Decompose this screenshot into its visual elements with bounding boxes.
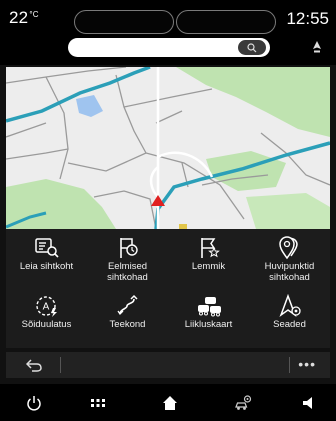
menu-label: Seaded bbox=[273, 319, 306, 330]
poi-icon bbox=[278, 236, 298, 260]
menu-label: Lemmik bbox=[191, 261, 226, 272]
status-widget-left[interactable] bbox=[74, 10, 174, 34]
navigation-subbar: ••• bbox=[6, 352, 330, 378]
power-icon[interactable] bbox=[25, 394, 43, 412]
menu-settings[interactable]: Seaded bbox=[249, 287, 330, 345]
divider bbox=[60, 357, 61, 373]
temperature-value: 22 bbox=[9, 8, 29, 27]
find-destination-icon bbox=[34, 238, 59, 258]
menu-label: Liikluskaart bbox=[184, 319, 233, 330]
gps-signal-icon bbox=[313, 41, 321, 53]
driving-range-icon: A bbox=[35, 296, 57, 317]
search-icon bbox=[247, 42, 257, 52]
menu-label: Huvipunktid sihtkohad bbox=[264, 261, 315, 283]
temperature-unit: °C bbox=[29, 10, 39, 19]
status-widget-right[interactable] bbox=[176, 10, 276, 34]
menu-traffic-map[interactable]: Liikluskaart bbox=[168, 287, 249, 345]
favourite-flag-icon bbox=[200, 238, 220, 258]
menu-driving-range[interactable]: A Sõiduulatus bbox=[6, 287, 87, 345]
route-icon bbox=[116, 294, 138, 316]
menu-label: Sõiduulatus bbox=[21, 319, 72, 330]
menu-label: Eelmised sihtkohad bbox=[107, 261, 148, 283]
bottom-bar bbox=[0, 384, 336, 421]
previous-destinations-icon bbox=[119, 238, 138, 258]
menu-points-of-interest[interactable]: Huvipunktid sihtkohad bbox=[249, 229, 330, 287]
menu-favourite[interactable]: Lemmik bbox=[168, 229, 249, 287]
svg-text:A: A bbox=[42, 302, 49, 313]
menu-previous-destinations[interactable]: Eelmised sihtkohad bbox=[87, 229, 168, 287]
map-view[interactable] bbox=[6, 67, 330, 229]
divider bbox=[289, 357, 290, 373]
menu-route[interactable]: Teekond bbox=[87, 287, 168, 345]
clock: 12:55 bbox=[286, 9, 329, 28]
more-options-button[interactable]: ••• bbox=[298, 356, 316, 372]
apps-grid-icon[interactable] bbox=[89, 394, 107, 412]
home-icon[interactable] bbox=[161, 394, 179, 412]
search-bar[interactable] bbox=[68, 38, 270, 57]
navigation-screen: 22°C 12:55 Leia sihtkoht Eelmised sihtko… bbox=[0, 0, 336, 421]
menu-find-destination[interactable]: Leia sihtkoht bbox=[6, 229, 87, 287]
settings-icon bbox=[278, 294, 301, 318]
traffic-map-icon bbox=[197, 297, 221, 317]
volume-icon[interactable] bbox=[300, 394, 318, 412]
menu-label: Teekond bbox=[109, 319, 146, 330]
navigation-menu: Leia sihtkoht Eelmised sihtkohad Lemmik bbox=[6, 229, 330, 348]
back-icon[interactable] bbox=[26, 358, 42, 372]
outside-temperature: 22°C bbox=[9, 8, 39, 28]
status-bar: 22°C 12:55 bbox=[0, 0, 336, 65]
search-button[interactable] bbox=[238, 40, 266, 55]
car-settings-icon[interactable] bbox=[234, 394, 252, 412]
menu-label: Leia sihtkoht bbox=[19, 261, 74, 272]
